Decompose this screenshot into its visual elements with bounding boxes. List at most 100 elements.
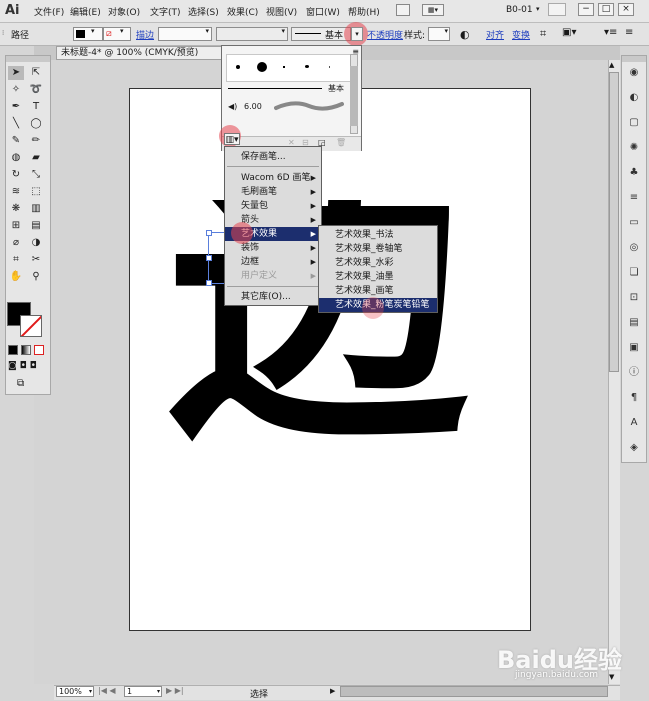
color-guide-icon[interactable]: ◐ [627,91,641,105]
info-icon[interactable]: ⓘ [627,366,641,380]
horizontal-scrollbar[interactable] [340,686,608,697]
scroll-up-icon[interactable]: ▲ [609,61,614,69]
paragraph-icon[interactable]: ¶ [627,391,641,405]
isolate-icon[interactable]: ⌗ [540,27,546,41]
brush-dot-oval[interactable] [305,65,309,68]
recolor-artwork-icon[interactable]: ◐ [460,28,470,41]
brush-dropdown-button[interactable]: ▾ [351,27,363,41]
rotate-icon[interactable]: ↻ [8,168,24,182]
color-icon[interactable] [8,345,18,355]
document-tab[interactable]: 未标题-4* @ 100% (CMYK/预览) × [56,46,236,60]
zoom-icon[interactable]: ⚲ [28,270,44,284]
brush-dot-large[interactable] [257,62,267,72]
submenu-item-watercolor[interactable]: 艺术效果_水彩 [319,256,437,270]
maximize-button[interactable]: □ [598,3,614,16]
panel-menu-icon[interactable]: ▾≡ [604,27,617,38]
lasso-icon[interactable]: ➰ [28,83,44,97]
selection-handle[interactable] [206,280,212,286]
basic-brush-line[interactable] [228,88,322,89]
transform-link[interactable]: 变换 [512,28,530,41]
search-help-field[interactable] [548,3,566,16]
eraser-icon[interactable]: ▰ [28,151,44,165]
scale-icon[interactable]: ⤡ [28,168,44,182]
selection-handle[interactable] [206,255,212,261]
menu-type[interactable]: 文字(T) [150,5,181,18]
blob-brush-icon[interactable]: ◍ [8,151,24,165]
magic-wand-icon[interactable]: ✧ [8,83,24,97]
library-item-wacom[interactable]: Wacom 6D 画笔 ▶ [225,171,321,185]
submenu-item-calligraphic[interactable]: 艺术效果_书法 [319,228,437,242]
mesh-icon[interactable]: ⊞ [8,219,24,233]
menu-effect[interactable]: 效果(C) [227,5,258,18]
arrange-documents-icon[interactable]: ▦▾ [422,4,444,16]
stroke-link[interactable]: 描边 [136,28,154,41]
type-icon[interactable]: T [28,100,44,114]
submenu-item-paintbrush[interactable]: 艺术效果_画笔 [319,284,437,298]
artboards-icon[interactable]: ▣ [627,341,641,355]
brushes-icon[interactable]: ✺ [627,141,641,155]
character-icon[interactable]: A [627,416,641,430]
selection-tool-icon[interactable]: ➤ [8,66,24,80]
transparency-icon[interactable]: ◎ [627,241,641,255]
library-item-bristle[interactable]: 毛刷画笔 ▶ [225,185,321,199]
graphic-style-swatch[interactable]: ▾ [428,27,450,41]
brush-libraries-menu-button[interactable]: ▥▾ [224,133,240,145]
ellipse-icon[interactable]: ◯ [28,117,44,131]
menu-help[interactable]: 帮助(H) [348,5,380,18]
bridge-icon[interactable] [396,4,410,16]
bristle-stroke-preview[interactable] [274,98,344,114]
blend-icon[interactable]: ◑ [28,236,44,250]
direct-selection-icon[interactable]: ⇱ [28,66,44,80]
draw-mode-buttons[interactable]: ◙ ◘ ◘ [8,361,48,373]
none-icon[interactable] [33,345,44,355]
gradient-icon[interactable]: ▤ [28,219,44,233]
brush-dot-hair[interactable] [329,66,330,68]
line-icon[interactable]: ╲ [8,117,24,131]
swatches-icon[interactable]: ▢ [627,116,641,130]
close-button[interactable]: × [618,3,634,16]
warp-icon[interactable]: ≋ [8,185,24,199]
variable-width-profile[interactable]: ▾ [216,27,288,41]
stroke-color-swatch[interactable]: ⧄ ▾ [103,27,131,41]
scissors-icon[interactable]: ✂ [28,253,44,267]
eyedropper-icon[interactable]: ⌀ [8,236,24,250]
zoom-field[interactable]: 100% ▾ [56,686,94,697]
align-link[interactable]: 对齐 [486,28,504,41]
vertical-scroll-thumb[interactable] [609,72,619,372]
hand-icon[interactable]: ✋ [8,270,24,284]
graph-icon[interactable]: ▥ [28,202,44,216]
opacity-link[interactable]: 不透明度 [367,28,403,41]
menu-view[interactable]: 视图(V) [266,5,297,18]
menu-file[interactable]: 文件(F) [34,5,64,18]
graphic-styles-icon[interactable]: ⊡ [627,291,641,305]
panel-grip[interactable] [622,56,646,62]
artboard-number-field[interactable]: 1 ▾ [124,686,162,697]
pen-icon[interactable]: ✒ [8,100,24,114]
menu-window[interactable]: 窗口(W) [306,5,340,18]
document-setup-icon[interactable]: ▣▾ [562,27,576,38]
brush-icon[interactable]: ✎ [8,134,24,148]
menu-object[interactable]: 对象(O) [108,5,140,18]
other-library-item[interactable]: 其它库(O)... [225,290,321,304]
bristle-brush-icon[interactable]: ◀) [228,102,237,111]
chevron-down-icon[interactable]: ▾ [536,5,540,13]
panel-scroll-thumb[interactable] [350,66,358,126]
gradient-panel-icon[interactable]: ▭ [627,216,641,230]
next-page-icon[interactable]: ▶ ▶| [166,686,184,695]
stroke-swatch[interactable] [20,315,42,337]
gradient-icon[interactable] [20,345,31,355]
library-item-borders[interactable]: 边框 ▶ [225,255,321,269]
pencil-icon[interactable]: ✏ [28,134,44,148]
save-brushes-item[interactable]: 保存画笔... [225,150,321,164]
minimize-button[interactable]: − [578,3,594,16]
submenu-item-scroll-pen[interactable]: 艺术效果_卷轴笔 [319,242,437,256]
menu-edit[interactable]: 编辑(E) [70,5,101,18]
color-mode-buttons[interactable] [8,345,48,357]
fill-color-swatch[interactable]: ▾ [73,27,103,41]
library-item-vector-packs[interactable]: 矢量包 ▶ [225,199,321,213]
symbol-sprayer-icon[interactable]: ❋ [8,202,24,216]
layers-panel-icon[interactable]: ▤ [627,316,641,330]
slice-icon[interactable]: ⌗ [8,253,24,267]
brush-dot-small[interactable] [236,65,240,69]
color-panel-icon[interactable]: ◉ [627,66,641,80]
